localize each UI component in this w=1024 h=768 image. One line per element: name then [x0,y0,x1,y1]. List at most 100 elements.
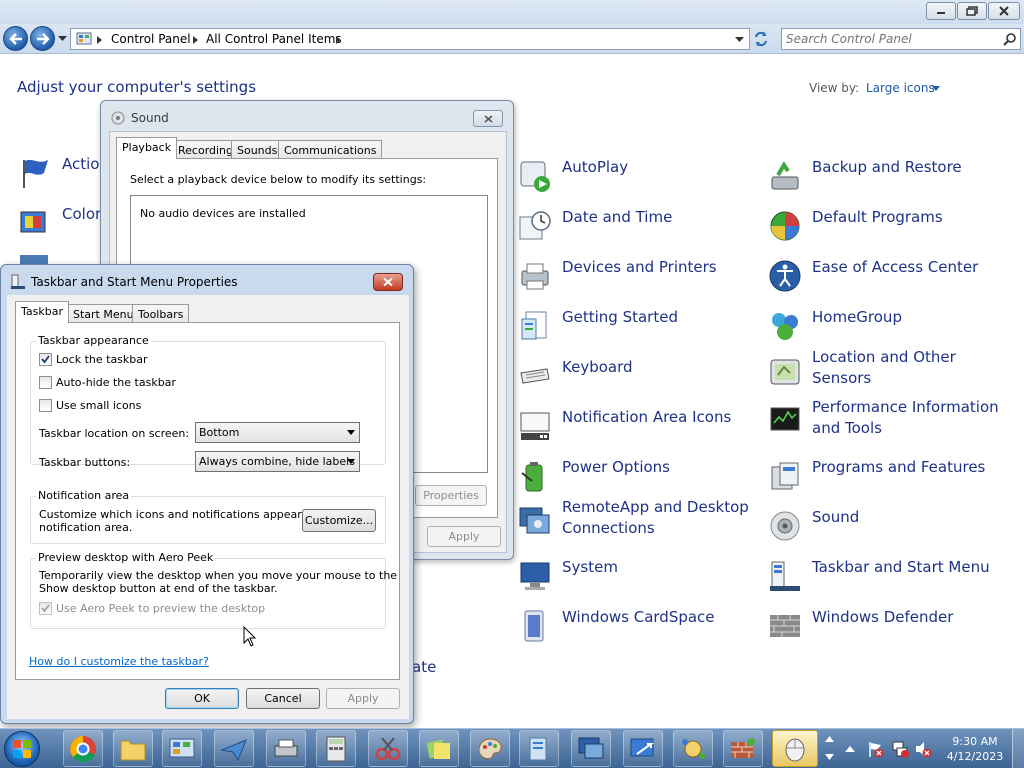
cp-item-label: Getting Started [562,308,678,326]
taskbar: 9:30 AM 4/12/2023 [0,728,1024,768]
location-select[interactable]: Bottom [195,422,360,443]
cp-item-location-sensors[interactable]: Location and Other Sensors [768,347,1008,391]
flag-icon [23,159,48,188]
checkbox-box[interactable] [39,353,52,366]
taskbar-app-12[interactable] [623,730,663,767]
cp-item-windows-defender[interactable]: Windows Defender [768,607,1008,651]
cp-item-ease-of-access[interactable]: Ease of Access Center [768,257,1008,301]
taskbar-paint[interactable] [470,730,510,767]
autoplay-icon [520,161,550,192]
back-button[interactable] [3,26,28,51]
taskbar-remote-desktop[interactable] [571,730,611,767]
cp-item-windows-cardspace[interactable]: Windows CardSpace [518,607,758,651]
volume-muted-icon[interactable] [914,740,932,758]
tab-recording[interactable]: Recording [172,140,240,159]
ok-button[interactable]: OK [165,688,239,709]
taskbar-calculator[interactable] [316,730,356,767]
cp-item-getting-started[interactable]: Getting Started [518,307,758,351]
cp-item-taskbar-start-menu[interactable]: Taskbar and Start Menu [768,557,1008,601]
taskbar-snipping-tool[interactable] [368,730,408,767]
cp-item-performance[interactable]: Performance Information and Tools [768,397,1008,441]
paper-plane-icon [220,738,247,761]
checkbox-box[interactable] [39,376,52,389]
cp-item-notification-area-icons[interactable]: Notification Area Icons [518,407,758,451]
cp-item-default-programs[interactable]: Default Programs [768,207,1008,251]
customize-button[interactable]: Customize... [302,509,376,532]
cp-item-label: Programs and Features [812,458,986,476]
tray-clock[interactable]: 9:30 AM 4/12/2023 [940,734,1010,764]
cp-item-remoteapp[interactable]: RemoteApp and Desktop Connections [518,497,758,541]
sound-close-button[interactable] [473,110,503,127]
partial-item-label[interactable]: ate [412,658,436,676]
cp-item-sound[interactable]: Sound [768,507,1008,551]
taskbar-explorer[interactable] [113,730,153,767]
tab-start-menu[interactable]: Start Menu [67,304,140,323]
apply-button[interactable]: Apply [326,688,400,709]
forward-button[interactable] [30,26,55,51]
help-link[interactable]: How do I customize the taskbar? [29,655,209,668]
checkbox-box[interactable] [39,602,52,615]
cp-item-devices-printers[interactable]: Devices and Printers [518,257,758,301]
taskbar-scroll[interactable] [823,730,835,767]
start-button[interactable] [4,731,40,767]
taskbar-app-10[interactable] [519,730,559,767]
chrome-icon [70,735,96,762]
network-icon[interactable] [891,740,909,758]
tab-toolbars[interactable]: Toolbars [132,304,190,323]
taskbar-mouse-properties[interactable] [772,730,818,767]
aero-text: Temporarily view the desktop when you mo… [39,569,398,582]
view-by-dropdown[interactable]: Large icons [866,81,935,95]
taskbar-printer[interactable] [266,730,306,767]
close-button[interactable] [373,273,403,291]
search-input[interactable] [786,31,996,47]
taskbar-app-4[interactable] [214,730,254,767]
cp-item-homegroup[interactable]: HomeGroup [768,307,1008,351]
checkbox-box[interactable] [39,399,52,412]
refresh-icon[interactable] [753,31,769,47]
minimize-button[interactable] [926,2,956,20]
control-panel-icon [76,32,92,45]
cp-item-date-time[interactable]: Date and Time [518,207,758,251]
breadcrumb-all-items[interactable]: All Control Panel Items [206,32,342,46]
apply-button[interactable]: Apply [427,526,501,547]
arrow-screen-icon [630,738,655,756]
printer-icon [274,739,298,756]
show-hidden-icons[interactable] [845,745,855,752]
notification-icon [520,412,550,440]
checkbox-label: Lock the taskbar [56,353,148,366]
cp-item-system[interactable]: System [518,557,758,601]
cp-item-power-options[interactable]: Power Options [518,457,758,501]
taskbar-sticky-notes[interactable] [419,730,459,767]
cp-item-keyboard[interactable]: Keyboard [518,357,758,401]
search-icon[interactable] [1003,32,1017,46]
taskbar-chrome[interactable] [63,730,103,767]
taskbar-app-13[interactable] [673,730,713,767]
action-center-icon[interactable] [866,740,884,758]
address-box[interactable]: Control Panel All Control Panel Items [70,28,750,50]
tab-playback[interactable]: Playback [116,137,178,159]
taskbar-firewall[interactable] [723,730,763,767]
remote-desktop-icon [578,737,604,758]
breadcrumb-control-panel[interactable]: Control Panel [111,32,191,46]
buttons-label: Taskbar buttons: [39,456,131,469]
address-dropdown-icon[interactable] [735,37,744,43]
cp-item-label: Performance Information and Tools [812,398,999,437]
cp-item-label: HomeGroup [812,308,902,326]
tab-sounds[interactable]: Sounds [231,140,284,159]
chevron-down-icon[interactable] [932,86,940,91]
buttons-select[interactable]: Always combine, hide labels [195,451,360,472]
tab-communications[interactable]: Communications [278,140,383,159]
recent-pages-dropdown-icon[interactable] [58,36,67,42]
tab-taskbar[interactable]: Taskbar [15,301,69,323]
restore-button[interactable] [957,2,987,20]
cp-item-autoplay[interactable]: AutoPlay [518,157,758,201]
close-button[interactable] [988,2,1020,20]
taskbar-control-panel[interactable] [162,730,202,767]
cp-item-backup-restore[interactable]: Backup and Restore [768,157,1008,201]
cp-item-programs-features[interactable]: Programs and Features [768,457,1008,501]
search-box[interactable] [781,28,1021,50]
title-bar [0,0,1024,24]
show-desktop-button[interactable] [1012,729,1024,768]
properties-button[interactable]: Properties [415,485,487,506]
cancel-button[interactable]: Cancel [246,688,320,709]
